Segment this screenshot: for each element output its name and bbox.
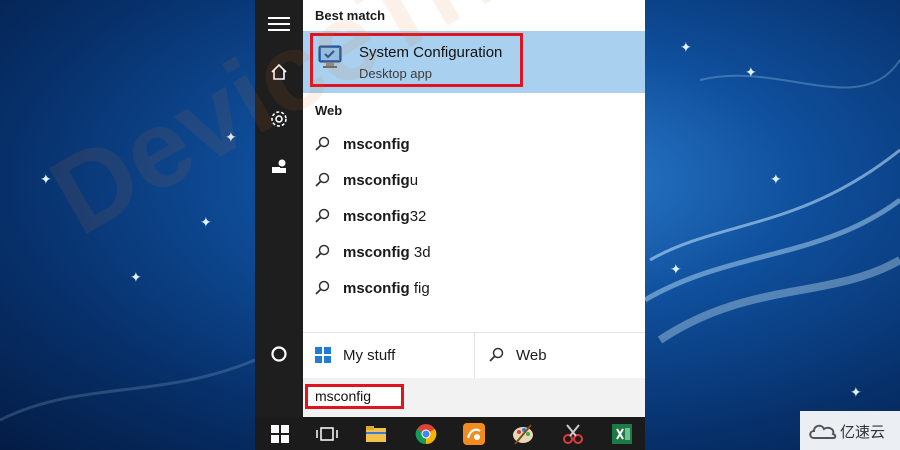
home-icon[interactable] bbox=[255, 52, 303, 92]
search-icon bbox=[315, 136, 330, 151]
task-view-button[interactable] bbox=[314, 421, 340, 447]
folder-icon bbox=[366, 426, 386, 442]
search-icon bbox=[315, 280, 330, 295]
site-logo: 亿速云 bbox=[800, 411, 900, 450]
scope-tabs: My stuff Web bbox=[303, 333, 645, 378]
taskbar bbox=[255, 417, 645, 450]
suggestion-label: msconfig 3d bbox=[343, 243, 431, 261]
web-suggestion[interactable]: msconfig bbox=[303, 127, 645, 161]
cloud-logo-icon bbox=[809, 424, 837, 439]
star: ✦ bbox=[200, 214, 212, 230]
excel-button[interactable] bbox=[609, 421, 635, 447]
snipping-tool-button[interactable] bbox=[560, 421, 586, 447]
suggestion-label: msconfig fig bbox=[343, 279, 430, 297]
logo-text: 亿速云 bbox=[840, 424, 886, 441]
uc-browser-button[interactable] bbox=[461, 421, 487, 447]
suggestion-label: msconfig bbox=[343, 135, 410, 153]
feedback-icon[interactable] bbox=[255, 147, 303, 187]
star: ✦ bbox=[130, 269, 142, 285]
web-suggestion[interactable]: msconfig fig bbox=[303, 271, 645, 305]
search-icon bbox=[489, 347, 504, 362]
file-explorer-button[interactable] bbox=[363, 421, 389, 447]
search-icon bbox=[315, 244, 330, 259]
best-match-result[interactable]: System Configuration Desktop app bbox=[303, 31, 645, 93]
star: ✦ bbox=[770, 171, 782, 187]
hamburger-menu-icon[interactable] bbox=[255, 4, 303, 44]
section-header-web: Web bbox=[315, 103, 343, 118]
tab-web[interactable]: Web bbox=[475, 333, 645, 378]
section-header-best-match: Best match bbox=[315, 8, 386, 23]
search-input[interactable]: msconfig bbox=[305, 384, 404, 409]
web-suggestion[interactable]: msconfig32 bbox=[303, 199, 645, 233]
scissors-icon bbox=[563, 424, 583, 444]
star: ✦ bbox=[225, 129, 237, 145]
tab-my-stuff[interactable]: My stuff bbox=[303, 333, 475, 378]
tab-web-label: Web bbox=[516, 347, 547, 364]
search-icon bbox=[315, 208, 330, 223]
suggestion-label: msconfigu bbox=[343, 171, 419, 189]
star: ✦ bbox=[670, 261, 682, 277]
paint-button[interactable] bbox=[510, 421, 536, 447]
gear-icon[interactable] bbox=[255, 99, 303, 139]
star: ✦ bbox=[745, 64, 757, 80]
cortana-icon[interactable] bbox=[255, 334, 303, 374]
chrome-icon bbox=[415, 424, 437, 445]
paint-palette-icon bbox=[513, 424, 533, 445]
task-view-icon bbox=[316, 427, 338, 441]
start-button[interactable] bbox=[267, 421, 293, 447]
best-match-subtitle: Desktop app bbox=[359, 66, 432, 81]
search-icon bbox=[315, 172, 330, 187]
web-suggestion[interactable]: msconfig 3d bbox=[303, 235, 645, 269]
windows-logo-icon bbox=[271, 425, 289, 443]
search-box-row: msconfig bbox=[303, 378, 645, 417]
star: ✦ bbox=[850, 384, 862, 400]
best-match-title: System Configuration bbox=[359, 44, 503, 61]
star: ✦ bbox=[40, 171, 52, 187]
system-configuration-icon bbox=[318, 45, 342, 68]
chrome-button[interactable] bbox=[413, 421, 439, 447]
star: ✦ bbox=[680, 39, 692, 55]
tab-my-stuff-label: My stuff bbox=[343, 347, 396, 364]
search-results-pane: Best match System Configuration Desktop … bbox=[303, 0, 645, 417]
start-menu-rail bbox=[255, 0, 303, 417]
web-suggestion[interactable]: msconfigu bbox=[303, 163, 645, 197]
suggestion-label: msconfig32 bbox=[343, 207, 427, 225]
windows-icon bbox=[315, 347, 331, 363]
excel-icon bbox=[612, 424, 632, 444]
uc-browser-icon bbox=[463, 423, 485, 445]
